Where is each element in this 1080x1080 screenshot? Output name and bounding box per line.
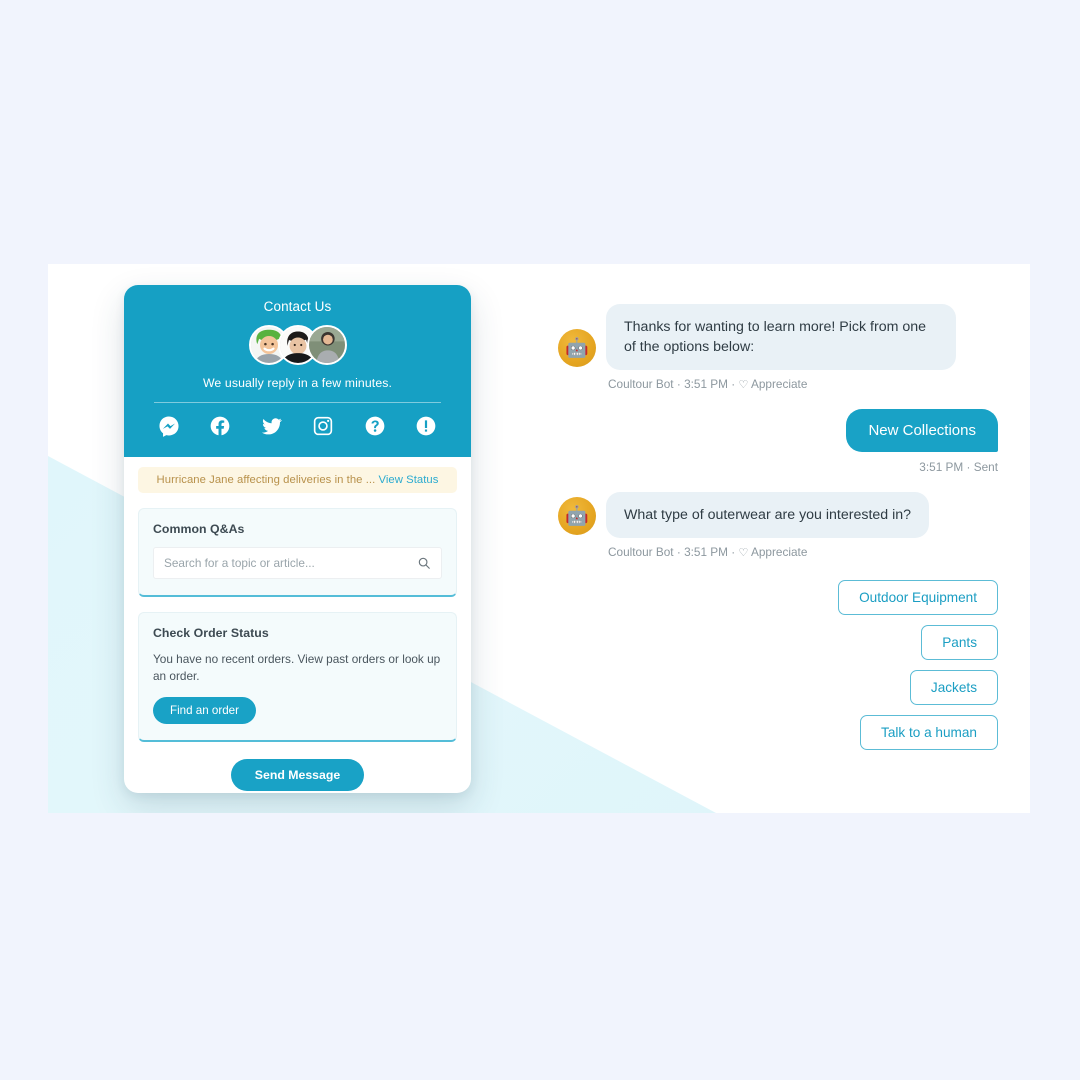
message-bubble: Thanks for wanting to learn more! Pick f…: [606, 304, 956, 371]
message-time: 3:51 PM: [684, 377, 728, 392]
search-icon[interactable]: [417, 556, 431, 570]
send-message-row: Send Message: [138, 742, 457, 791]
widget-title: Contact Us: [263, 299, 332, 314]
appreciate-label[interactable]: Appreciate: [751, 545, 807, 559]
facebook-icon[interactable]: [209, 415, 231, 437]
messenger-icon[interactable]: [158, 415, 180, 437]
contact-widget: Contact Us We usually reply in a few min…: [124, 285, 471, 793]
message-time: 3:51 PM: [684, 545, 728, 560]
quick-reply-talk-to-a-human[interactable]: Talk to a human: [860, 715, 998, 751]
screenshot-root: Contact Us We usually reply in a few min…: [0, 0, 1080, 1080]
message-meta-outgoing: 3:51 PM · Sent: [846, 460, 998, 474]
send-message-button[interactable]: Send Message: [230, 758, 365, 791]
meta-sep-1: ·: [673, 377, 685, 392]
widget-body: Hurricane Jane affecting deliveries in t…: [124, 457, 471, 791]
meta-sep-4: ·: [673, 545, 685, 560]
status-banner-text: Hurricane Jane affecting deliveries in t…: [156, 474, 376, 486]
find-an-order-button[interactable]: Find an order: [153, 696, 256, 724]
twitter-icon[interactable]: [261, 415, 283, 437]
appreciate-label[interactable]: Appreciate: [751, 377, 807, 391]
message-meta: Coultour Bot · 3:51 PM · ♡ Appreciate: [606, 545, 998, 559]
widget-header: Contact Us We usually reply in a few min…: [124, 285, 471, 457]
qa-search-box[interactable]: [153, 547, 442, 579]
chat-message-incoming: 🤖 What type of outerwear are you interes…: [558, 492, 998, 559]
message-bubble: New Collections: [846, 409, 998, 453]
meta-sep-2: ·: [728, 377, 739, 392]
heart-icon[interactable]: ♡: [738, 547, 748, 559]
common-qa-title: Common Q&As: [153, 522, 245, 536]
agent-avatar-group: [140, 324, 455, 366]
message-status: Sent: [973, 460, 998, 475]
view-status-link[interactable]: View Status: [378, 474, 438, 486]
reply-time-text: We usually reply in a few minutes.: [202, 376, 393, 390]
quick-reply-pants[interactable]: Pants: [921, 625, 998, 661]
quick-reply-jackets[interactable]: Jackets: [909, 670, 998, 706]
chat-thread: 🤖 Thanks for wanting to learn more! Pick…: [558, 304, 998, 751]
quick-reply-list: Outdoor Equipment Pants Jackets Talk to …: [558, 580, 998, 751]
chat-message-incoming: 🤖 Thanks for wanting to learn more! Pick…: [558, 304, 998, 391]
order-status-text: You have no recent orders. View past ord…: [153, 652, 441, 683]
message-sender: Coultour Bot: [608, 545, 674, 560]
status-banner[interactable]: Hurricane Jane affecting deliveries in t…: [138, 467, 457, 493]
robot-icon: 🤖: [558, 497, 596, 536]
chat-message-outgoing: New Collections 3:51 PM · Sent: [558, 409, 998, 474]
instagram-icon[interactable]: [312, 415, 334, 437]
heart-icon[interactable]: ♡: [738, 379, 748, 391]
message-bubble: What type of outerwear are you intereste…: [606, 492, 930, 539]
agent-avatar-3: [306, 325, 347, 365]
common-qa-panel: Common Q&As: [138, 508, 457, 597]
robot-icon: 🤖: [558, 329, 596, 368]
search-input[interactable]: [164, 556, 417, 570]
social-links: [140, 403, 455, 439]
order-status-title: Check Order Status: [153, 626, 269, 640]
exclamation-circle-icon[interactable]: [415, 415, 437, 437]
message-sender: Coultour Bot: [608, 377, 674, 392]
message-meta: Coultour Bot · 3:51 PM · ♡ Appreciate: [606, 377, 998, 391]
order-status-panel: Check Order Status You have no recent or…: [138, 612, 457, 742]
meta-sep-3: ·: [963, 460, 974, 475]
question-circle-icon[interactable]: [364, 415, 386, 437]
message-time: 3:51 PM: [919, 460, 964, 475]
meta-sep-5: ·: [728, 545, 739, 560]
quick-reply-outdoor-equipment[interactable]: Outdoor Equipment: [838, 580, 998, 616]
content-canvas: Contact Us We usually reply in a few min…: [48, 264, 1030, 813]
